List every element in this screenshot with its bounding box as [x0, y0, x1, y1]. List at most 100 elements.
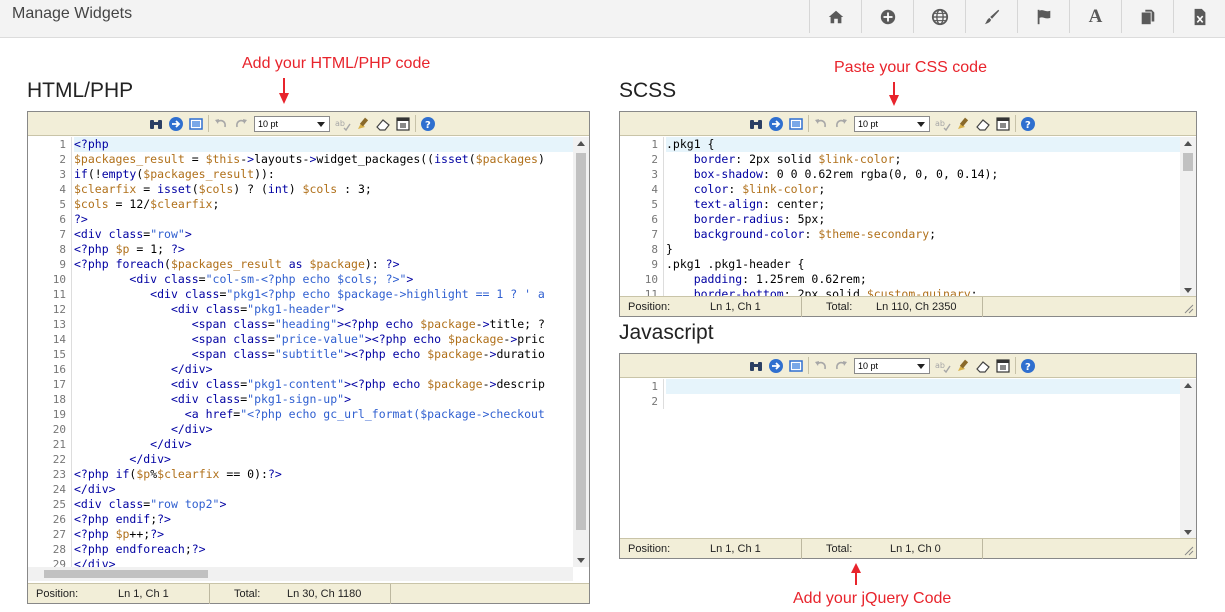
- code-line[interactable]: .pkg1 {: [666, 137, 1180, 152]
- scroll-down-arrow-icon[interactable]: [577, 558, 585, 563]
- code-line[interactable]: box-shadow: 0 0 0.62rem rgba(0, 0, 0, 0.…: [666, 167, 1180, 182]
- code-line[interactable]: $clearfix = isset($cols) ? (int) $cols :…: [74, 182, 573, 197]
- highlight-icon[interactable]: [353, 115, 373, 132]
- binoculars-icon[interactable]: [746, 115, 766, 132]
- vertical-scrollbar[interactable]: [573, 137, 589, 567]
- horizontal-scrollbar[interactable]: [28, 567, 573, 581]
- font-size-select[interactable]: 10 pt: [254, 115, 330, 132]
- undo-icon[interactable]: [811, 115, 831, 132]
- flag-icon[interactable]: [1017, 0, 1069, 33]
- code-line[interactable]: <div class="row top2">: [74, 497, 573, 512]
- font-size-select[interactable]: 10 pt: [854, 357, 930, 374]
- code-line[interactable]: text-align: center;: [666, 197, 1180, 212]
- undo-icon[interactable]: [811, 357, 831, 374]
- resize-grip-icon[interactable]: [1184, 304, 1194, 314]
- code-line[interactable]: <div class="pkg1-content"><?php echo $pa…: [74, 377, 573, 392]
- plus-circle-icon[interactable]: [861, 0, 913, 33]
- binoculars-icon[interactable]: [746, 357, 766, 374]
- highlight-icon[interactable]: [953, 357, 973, 374]
- code-line[interactable]: <?php if($p%$clearfix == 0):?>: [74, 467, 573, 482]
- spellcheck-icon[interactable]: ab: [933, 357, 953, 374]
- code-area[interactable]: 1 2 3 4 5 6 7 8 9 10 11 12 13 14 15 16 17 18 19 20 21 22 23 24 2…: [28, 137, 573, 567]
- code-line[interactable]: <?php: [74, 137, 573, 152]
- code-line[interactable]: border-radius: 5px;: [666, 212, 1180, 227]
- code-line[interactable]: ?>: [74, 212, 573, 227]
- eraser-icon[interactable]: [373, 115, 393, 132]
- redo-icon[interactable]: [231, 115, 251, 132]
- code-lines[interactable]: .pkg1 { border: 2px solid $link-color; b…: [663, 137, 1180, 297]
- code-line[interactable]: }: [666, 242, 1180, 257]
- code-line[interactable]: <span class="heading"><?php echo $packag…: [74, 317, 573, 332]
- code-line[interactable]: padding: 1.25rem 0.62rem;: [666, 272, 1180, 287]
- code-line[interactable]: [666, 379, 1180, 394]
- code-line[interactable]: <?php $p++;?>: [74, 527, 573, 542]
- vertical-scrollbar[interactable]: [1180, 137, 1196, 297]
- html-editor[interactable]: 10 pt ab? 1 2 3 4 5 6 7 8 9 10 11 12 13 14 15 16 17 18 19 20…: [27, 111, 590, 604]
- code-line[interactable]: <div class="row">: [74, 227, 573, 242]
- scroll-thumb[interactable]: [576, 153, 586, 530]
- code-area[interactable]: 1 2 3 4 5 6 7 8 9 10 11 .pkg1 { border: 2px solid …: [620, 137, 1180, 297]
- code-line[interactable]: $cols = 12/$clearfix;: [74, 197, 573, 212]
- code-line[interactable]: <div class="pkg1<?php echo $package->hig…: [74, 287, 573, 302]
- scroll-thumb[interactable]: [1183, 153, 1193, 171]
- code-line[interactable]: <span class="price-value"><?php echo $pa…: [74, 332, 573, 347]
- font-icon[interactable]: A: [1069, 0, 1121, 33]
- goto-icon[interactable]: [766, 357, 786, 374]
- spellcheck-icon[interactable]: ab: [333, 115, 353, 132]
- scroll-up-arrow-icon[interactable]: [1184, 383, 1192, 388]
- spellcheck-icon[interactable]: ab: [933, 115, 953, 132]
- copy-icon[interactable]: [1121, 0, 1173, 33]
- code-line[interactable]: </div>: [74, 422, 573, 437]
- reset-icon[interactable]: [993, 115, 1013, 132]
- code-lines[interactable]: <?php $packages_result = $this->layouts->…: [71, 137, 573, 567]
- scroll-down-arrow-icon[interactable]: [1184, 288, 1192, 293]
- redo-icon[interactable]: [831, 357, 851, 374]
- highlight-icon[interactable]: [953, 115, 973, 132]
- code-line[interactable]: <?php $p = 1; ?>: [74, 242, 573, 257]
- code-line[interactable]: <a href="<?php echo gc_url_format($packa…: [74, 407, 573, 422]
- code-line[interactable]: <span class="subtitle"><?php echo $packa…: [74, 347, 573, 362]
- code-line[interactable]: </div>: [74, 557, 573, 567]
- code-line[interactable]: color: $link-color;: [666, 182, 1180, 197]
- code-line[interactable]: if(!empty($packages_result)):: [74, 167, 573, 182]
- code-line[interactable]: <?php endif;?>: [74, 512, 573, 527]
- scroll-thumb[interactable]: [44, 570, 208, 578]
- reset-icon[interactable]: [393, 115, 413, 132]
- code-line[interactable]: <div class="col-sm-<?php echo $cols; ?>"…: [74, 272, 573, 287]
- reset-icon[interactable]: [993, 357, 1013, 374]
- fullscreen-icon[interactable]: [786, 357, 806, 374]
- goto-icon[interactable]: [766, 115, 786, 132]
- brush-icon[interactable]: [965, 0, 1017, 33]
- code-line[interactable]: </div>: [74, 482, 573, 497]
- goto-icon[interactable]: [166, 115, 186, 132]
- code-line[interactable]: <div class="pkg1-header">: [74, 302, 573, 317]
- fullscreen-icon[interactable]: [186, 115, 206, 132]
- eraser-icon[interactable]: [973, 357, 993, 374]
- font-size-select[interactable]: 10 pt: [854, 115, 930, 132]
- scroll-up-arrow-icon[interactable]: [1184, 141, 1192, 146]
- code-line[interactable]: <?php foreach($packages_result as $packa…: [74, 257, 573, 272]
- code-line[interactable]: .pkg1 .pkg1-header {: [666, 257, 1180, 272]
- undo-icon[interactable]: [211, 115, 231, 132]
- code-line[interactable]: border: 2px solid $link-color;: [666, 152, 1180, 167]
- redo-icon[interactable]: [831, 115, 851, 132]
- code-line[interactable]: </div>: [74, 362, 573, 377]
- code-lines[interactable]: [663, 379, 1180, 409]
- binoculars-icon[interactable]: [146, 115, 166, 132]
- code-line[interactable]: <?php endforeach;?>: [74, 542, 573, 557]
- help-icon[interactable]: ?: [1018, 357, 1038, 374]
- code-area[interactable]: 12: [620, 379, 1180, 539]
- scroll-down-arrow-icon[interactable]: [1184, 530, 1192, 535]
- code-line[interactable]: background-color: $theme-secondary;: [666, 227, 1180, 242]
- scss-editor[interactable]: 10 pt ab? 1 2 3 4 5 6 7 8 9 10 11 .pkg1 { border: 2…: [619, 111, 1197, 317]
- fullscreen-icon[interactable]: [786, 115, 806, 132]
- code-line[interactable]: </div>: [74, 437, 573, 452]
- globe-icon[interactable]: [913, 0, 965, 33]
- js-editor[interactable]: 10 pt ab? 12 Position: Ln 1, Ch 1 Total: …: [619, 353, 1197, 559]
- code-line[interactable]: <div class="pkg1-sign-up">: [74, 392, 573, 407]
- code-line[interactable]: $packages_result = $this->layouts->widge…: [74, 152, 573, 167]
- help-icon[interactable]: ?: [418, 115, 438, 132]
- code-line[interactable]: [666, 394, 1180, 409]
- eraser-icon[interactable]: [973, 115, 993, 132]
- home-icon[interactable]: [809, 0, 861, 33]
